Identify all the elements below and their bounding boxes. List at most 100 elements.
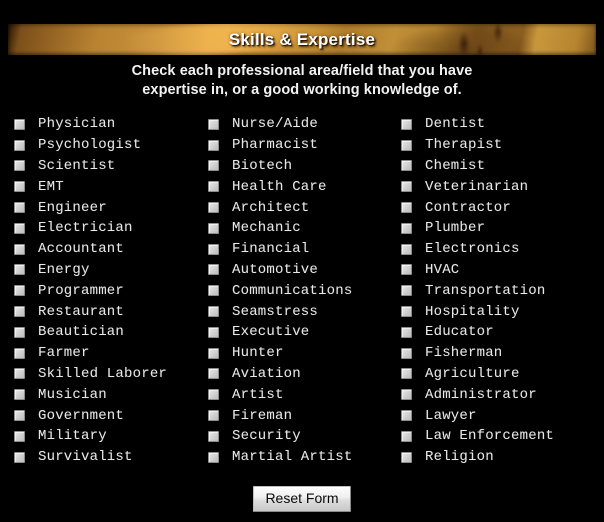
checkbox-row[interactable]: Engineer: [14, 197, 204, 218]
checkbox-row[interactable]: Architect: [208, 197, 398, 218]
checkbox-row[interactable]: Fireman: [208, 405, 398, 426]
checkbox-row[interactable]: Accountant: [14, 239, 204, 260]
checkbox-government[interactable]: [14, 410, 25, 422]
checkbox-fireman[interactable]: [208, 410, 219, 422]
checkbox-accountant[interactable]: [14, 243, 25, 255]
checkbox-musician[interactable]: [14, 389, 25, 401]
checkbox-row[interactable]: Government: [14, 405, 204, 426]
checkbox-row[interactable]: Military: [14, 426, 204, 447]
checkbox-row[interactable]: Administrator: [401, 384, 601, 405]
checkbox-row[interactable]: Therapist: [401, 135, 601, 156]
checkbox-lawyer[interactable]: [401, 410, 412, 422]
checkbox-row[interactable]: Plumber: [401, 218, 601, 239]
checkbox-engineer[interactable]: [14, 202, 25, 214]
checkbox-row[interactable]: Restaurant: [14, 301, 204, 322]
checkbox-row[interactable]: Educator: [401, 322, 601, 343]
checkbox-row[interactable]: Aviation: [208, 364, 398, 385]
checkbox-row[interactable]: Lawyer: [401, 405, 601, 426]
checkbox-row[interactable]: Health Care: [208, 176, 398, 197]
checkbox-row[interactable]: Survivalist: [14, 447, 204, 468]
checkbox-contractor[interactable]: [401, 202, 412, 214]
checkbox-row[interactable]: HVAC: [401, 260, 601, 281]
checkbox-row[interactable]: Biotech: [208, 156, 398, 177]
checkbox-row[interactable]: Mechanic: [208, 218, 398, 239]
checkbox-aviation[interactable]: [208, 368, 219, 380]
checkbox-row[interactable]: Contractor: [401, 197, 601, 218]
checkbox-communications[interactable]: [208, 285, 219, 297]
checkbox-psychologist[interactable]: [14, 139, 25, 151]
checkbox-religion[interactable]: [401, 451, 412, 463]
checkbox-row[interactable]: Artist: [208, 384, 398, 405]
checkbox-executive[interactable]: [208, 326, 219, 338]
checkbox-row[interactable]: Hospitality: [401, 301, 601, 322]
checkbox-row[interactable]: Psychologist: [14, 135, 204, 156]
checkbox-architect[interactable]: [208, 202, 219, 214]
checkbox-pharmacist[interactable]: [208, 139, 219, 151]
checkbox-administrator[interactable]: [401, 389, 412, 401]
checkbox-row[interactable]: Beautician: [14, 322, 204, 343]
checkbox-row[interactable]: Fisherman: [401, 343, 601, 364]
checkbox-biotech[interactable]: [208, 160, 219, 172]
checkbox-row[interactable]: Transportation: [401, 280, 601, 301]
checkbox-row[interactable]: Electrician: [14, 218, 204, 239]
checkbox-seamstress[interactable]: [208, 306, 219, 318]
checkbox-hvac[interactable]: [401, 264, 412, 276]
checkbox-agriculture[interactable]: [401, 368, 412, 380]
checkbox-dentist[interactable]: [401, 118, 412, 130]
checkbox-plumber[interactable]: [401, 222, 412, 234]
checkbox-row[interactable]: Skilled Laborer: [14, 364, 204, 385]
checkbox-row[interactable]: Musician: [14, 384, 204, 405]
checkbox-artist[interactable]: [208, 389, 219, 401]
checkbox-row[interactable]: Nurse/Aide: [208, 114, 398, 135]
checkbox-survivalist[interactable]: [14, 451, 25, 463]
checkbox-automotive[interactable]: [208, 264, 219, 276]
checkbox-row[interactable]: Security: [208, 426, 398, 447]
checkbox-row[interactable]: Chemist: [401, 156, 601, 177]
checkbox-row[interactable]: Hunter: [208, 343, 398, 364]
checkbox-nurse-aide[interactable]: [208, 118, 219, 130]
checkbox-educator[interactable]: [401, 326, 412, 338]
checkbox-physician[interactable]: [14, 118, 25, 130]
checkbox-veterinarian[interactable]: [401, 181, 412, 193]
checkbox-hunter[interactable]: [208, 347, 219, 359]
checkbox-mechanic[interactable]: [208, 222, 219, 234]
checkbox-row[interactable]: Law Enforcement: [401, 426, 601, 447]
checkbox-transportation[interactable]: [401, 285, 412, 297]
checkbox-health-care[interactable]: [208, 181, 219, 193]
checkbox-energy[interactable]: [14, 264, 25, 276]
checkbox-row[interactable]: Scientist: [14, 156, 204, 177]
checkbox-beautician[interactable]: [14, 326, 25, 338]
checkbox-hospitality[interactable]: [401, 306, 412, 318]
checkbox-financial[interactable]: [208, 243, 219, 255]
checkbox-row[interactable]: Farmer: [14, 343, 204, 364]
checkbox-electrician[interactable]: [14, 222, 25, 234]
checkbox-therapist[interactable]: [401, 139, 412, 151]
checkbox-military[interactable]: [14, 430, 25, 442]
reset-form-button[interactable]: Reset Form: [253, 486, 351, 512]
checkbox-row[interactable]: Executive: [208, 322, 398, 343]
checkbox-row[interactable]: Physician: [14, 114, 204, 135]
checkbox-row[interactable]: Financial: [208, 239, 398, 260]
checkbox-row[interactable]: Veterinarian: [401, 176, 601, 197]
checkbox-row[interactable]: Electronics: [401, 239, 601, 260]
checkbox-row[interactable]: Energy: [14, 260, 204, 281]
checkbox-row[interactable]: Dentist: [401, 114, 601, 135]
checkbox-row[interactable]: Religion: [401, 447, 601, 468]
checkbox-chemist[interactable]: [401, 160, 412, 172]
checkbox-row[interactable]: Pharmacist: [208, 135, 398, 156]
checkbox-emt[interactable]: [14, 181, 25, 193]
checkbox-skilled-laborer[interactable]: [14, 368, 25, 380]
checkbox-martial-artist[interactable]: [208, 451, 219, 463]
checkbox-fisherman[interactable]: [401, 347, 412, 359]
checkbox-row[interactable]: Agriculture: [401, 364, 601, 385]
checkbox-electronics[interactable]: [401, 243, 412, 255]
checkbox-programmer[interactable]: [14, 285, 25, 297]
checkbox-row[interactable]: Seamstress: [208, 301, 398, 322]
checkbox-security[interactable]: [208, 430, 219, 442]
checkbox-row[interactable]: Automotive: [208, 260, 398, 281]
checkbox-row[interactable]: Communications: [208, 280, 398, 301]
checkbox-restaurant[interactable]: [14, 306, 25, 318]
checkbox-row[interactable]: EMT: [14, 176, 204, 197]
checkbox-row[interactable]: Martial Artist: [208, 447, 398, 468]
checkbox-scientist[interactable]: [14, 160, 25, 172]
